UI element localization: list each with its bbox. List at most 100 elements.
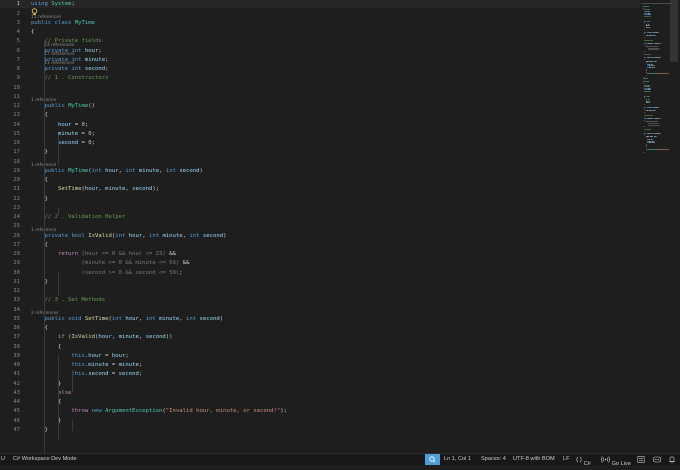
- code-line[interactable]: 39 this.hour = hour;: [0, 352, 640, 360]
- code-editor[interactable]: 1using System;211 references3public clas…: [0, 0, 640, 453]
- code-line[interactable]: 45 throw new ArgumentException("Invalid …: [0, 407, 640, 415]
- code-line[interactable]: 38 {: [0, 343, 640, 351]
- code-token: this: [71, 362, 84, 368]
- code-line[interactable]: 34: [0, 306, 640, 314]
- code-line[interactable]: 18: [0, 158, 640, 166]
- code-line[interactable]: 10: [0, 84, 640, 92]
- code-line[interactable]: 23: [0, 204, 640, 212]
- cursor-position[interactable]: Ln 1, Col 1: [444, 454, 471, 465]
- code-line[interactable]: 32: [0, 287, 640, 295]
- code-line[interactable]: 35 public void SetTime(int hour, int min…: [0, 315, 640, 323]
- code-line[interactable]: 4{: [0, 28, 640, 36]
- code-text: this.second = second;: [31, 370, 142, 378]
- code-line[interactable]: 47 }: [0, 426, 640, 434]
- line-number: 35: [0, 315, 20, 323]
- code-line[interactable]: 9 // 1 . Constructors: [0, 74, 640, 82]
- code-token: hour: [125, 316, 138, 322]
- code-line[interactable]: 14 hour = 0;: [0, 121, 640, 129]
- code-line[interactable]: 13 {: [0, 111, 640, 119]
- code-line[interactable]: 44 {: [0, 398, 640, 406]
- code-token: MyTime: [68, 168, 88, 174]
- code-text: private int second;: [31, 65, 109, 73]
- code-line[interactable]: 8 private int second;: [0, 65, 640, 73]
- minimap-line: [668, 73, 669, 74]
- code-token: // 2 . Validation Helper: [44, 214, 125, 220]
- code-line[interactable]: 16 second = 0;: [0, 139, 640, 147]
- code-token: ;: [71, 1, 74, 7]
- code-line[interactable]: 37 if (IsValid(hour, minute, second)): [0, 333, 640, 341]
- code-token: [31, 75, 44, 81]
- code-text: (minute >= 0 && minute <= 59) &&: [31, 259, 189, 267]
- code-text: public MyTime(): [31, 102, 95, 110]
- code-line[interactable]: 12 public MyTime(): [0, 102, 640, 110]
- copilot-status-button[interactable]: [652, 454, 662, 465]
- code-token: bool: [71, 233, 88, 239]
- code-token: return: [58, 251, 82, 257]
- indentation-setting[interactable]: Spaces: 4: [481, 454, 506, 465]
- code-line[interactable]: 7 private int minute;: [0, 56, 640, 64]
- code-token: class: [55, 20, 75, 26]
- code-line[interactable]: 19 public MyTime(int hour, int minute, i…: [0, 167, 640, 175]
- code-token: ;: [125, 353, 128, 359]
- code-token: ,: [159, 168, 166, 174]
- code-line[interactable]: 6 private int hour;: [0, 47, 640, 55]
- code-token: (second >= 0 && second <= 59): [82, 270, 180, 276]
- code-line[interactable]: 2: [0, 10, 640, 18]
- code-line[interactable]: 17 }: [0, 148, 640, 156]
- minimap[interactable]: [641, 0, 680, 453]
- code-line[interactable]: 20 {: [0, 176, 640, 184]
- code-token: [31, 408, 71, 414]
- line-number: 15: [0, 130, 20, 138]
- go-live-button[interactable]: Go Live: [601, 454, 631, 465]
- code-token: minute: [139, 168, 159, 174]
- code-line[interactable]: 36 {: [0, 324, 640, 332]
- code-token: [31, 362, 71, 368]
- code-line[interactable]: 46 }: [0, 417, 640, 425]
- code-line[interactable]: 5 // Private fields: [0, 37, 640, 45]
- code-line[interactable]: 21 SetTime(hour, minute, second);: [0, 185, 640, 193]
- code-token: int: [166, 168, 179, 174]
- code-line[interactable]: 30 (second >= 0 && second <= 59);: [0, 269, 640, 277]
- code-line[interactable]: 31 }: [0, 278, 640, 286]
- code-line[interactable]: 25: [0, 222, 640, 230]
- code-token: hour: [105, 168, 118, 174]
- code-token: ,: [112, 334, 119, 340]
- scrollbar-thumb[interactable]: [670, 0, 678, 62]
- code-line[interactable]: 26 private bool IsValid(int hour, int mi…: [0, 232, 640, 240]
- code-line[interactable]: 33 // 3 . Set Methods: [0, 296, 640, 304]
- code-line[interactable]: 42 }: [0, 380, 640, 388]
- workspace-indicator[interactable]: C# Workspace Dev Mode: [13, 454, 77, 465]
- code-line[interactable]: 41 this.second = second;: [0, 370, 640, 378]
- code-line[interactable]: 3public class MyTime: [0, 19, 640, 27]
- code-line[interactable]: 22 }: [0, 195, 640, 203]
- code-token: // 1 . Constructors: [44, 75, 108, 81]
- encoding-setting[interactable]: UTF-8 with BOM: [513, 454, 555, 465]
- code-token: )): [166, 334, 173, 340]
- minimap-line: [659, 48, 660, 49]
- code-line[interactable]: 27 {: [0, 241, 640, 249]
- lightbulb-icon[interactable]: [31, 8, 38, 16]
- status-left-label[interactable]: U: [1, 454, 5, 465]
- code-line[interactable]: 24 // 2 . Validation Helper: [0, 213, 640, 221]
- code-token: MyTime: [75, 20, 95, 26]
- code-line[interactable]: 1using System;: [0, 0, 640, 8]
- line-number: 42: [0, 380, 20, 388]
- minimap-line: [647, 6, 649, 7]
- code-line[interactable]: 29 (minute >= 0 && minute <= 59) &&: [0, 259, 640, 267]
- code-token: System: [51, 1, 71, 7]
- indent-guide: [72, 419, 73, 431]
- search-status-button[interactable]: [425, 454, 440, 465]
- notifications-button[interactable]: [668, 454, 676, 465]
- extension-status-button[interactable]: [637, 454, 645, 465]
- language-mode[interactable]: C#: [576, 454, 591, 465]
- code-line[interactable]: 28 return (hour >= 0 && hour <= 23) &&: [0, 250, 640, 258]
- code-line[interactable]: 11: [0, 93, 640, 101]
- line-number: 10: [0, 84, 20, 92]
- code-text: {: [31, 176, 48, 184]
- code-line[interactable]: 43 else: [0, 389, 640, 397]
- code-line[interactable]: 15 minute = 0;: [0, 130, 640, 138]
- code-token: (): [88, 103, 95, 109]
- code-token: second: [88, 371, 108, 377]
- code-line[interactable]: 40 this.minute = minute;: [0, 361, 640, 369]
- eol-setting[interactable]: LF: [563, 454, 570, 465]
